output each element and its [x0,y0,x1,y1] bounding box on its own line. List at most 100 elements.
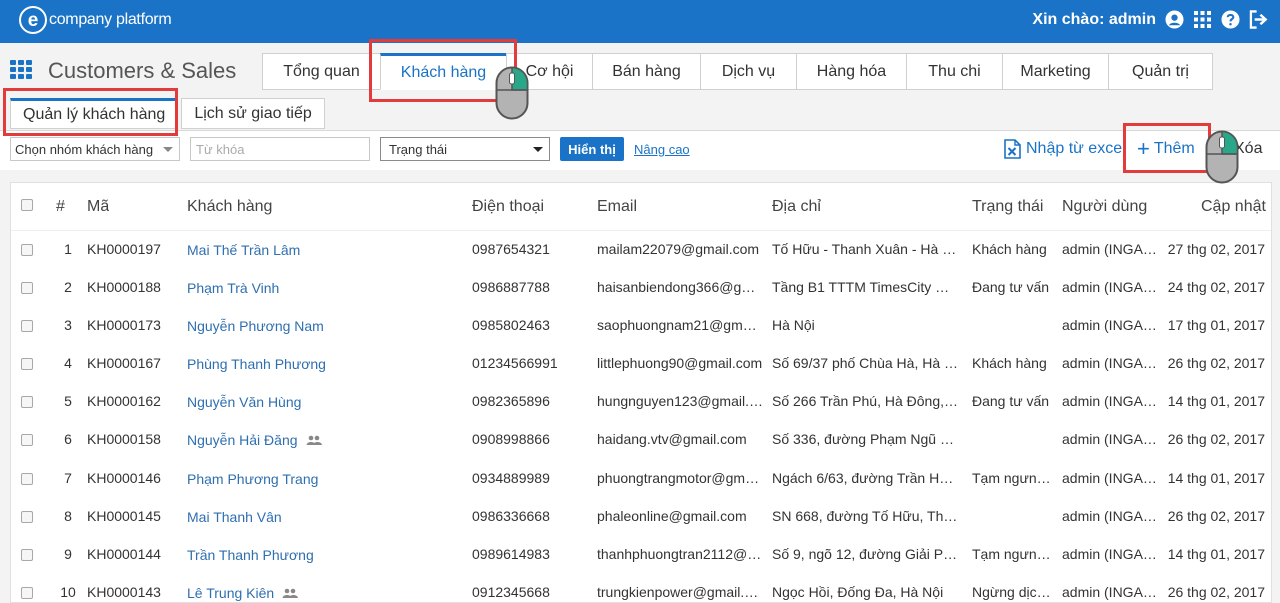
advanced-search-link[interactable]: Nâng cao [634,142,690,157]
module-grid-icon[interactable] [10,60,34,82]
import-excel-button[interactable]: Nhập từ excel [1004,137,1126,161]
customer-phone: 0982365896 [472,393,550,409]
customer-email: hungnguyen123@gmail.com [597,393,763,409]
customer-name-link[interactable]: Phùng Thanh Phương [187,356,457,372]
customer-user: admin (INGAME) [1062,431,1162,447]
tab-sales[interactable]: Bán hàng [592,53,700,90]
import-excel-label: Nhập từ excel [1026,140,1126,157]
row-checkbox[interactable] [21,244,33,256]
customer-name-link[interactable]: Phạm Phương Trang [187,471,457,487]
row-number: 6 [64,431,72,447]
customer-user: admin (INGAME) [1062,241,1162,257]
table-row[interactable]: 5 KH0000162 Nguyễn Văn Hùng 0982365896 hungn… [11,383,1271,421]
user-icon[interactable] [1165,10,1184,29]
select-all-checkbox[interactable] [21,199,33,211]
row-checkbox[interactable] [21,282,33,294]
company-logo[interactable]: e company platform [19,6,172,34]
logout-icon[interactable] [1249,10,1268,29]
column-header-address[interactable]: Địa chỉ [772,198,821,216]
status-select[interactable]: Trạng thái [380,137,550,161]
show-button[interactable]: Hiển thị [560,137,624,161]
tab-services[interactable]: Dịch vụ [700,53,796,90]
table-row[interactable]: 8 KH0000145 Mai Thanh Vân 0986336668 phaleon… [11,498,1271,536]
column-header-number: # [56,198,65,215]
tab-finance[interactable]: Thu chi [906,53,1002,90]
customer-user: admin (INGAME) [1062,317,1162,333]
row-number: 5 [64,393,72,409]
customer-name-link[interactable]: Trần Thanh Phương [187,547,457,563]
customer-name-text: Trần Thanh Phương [187,547,314,563]
row-number: 2 [64,279,72,295]
row-checkbox[interactable] [21,511,33,523]
row-checkbox[interactable] [21,587,33,599]
column-header-status[interactable]: Trạng thái [972,198,1043,216]
customer-status: Ngừng dịch vụ [972,584,1054,600]
subtab-communication-history[interactable]: Lịch sử giao tiếp [181,98,325,129]
customer-phone: 0987654321 [472,241,550,257]
tab-overview[interactable]: Tổng quan [262,53,380,90]
customer-name-link[interactable]: Lê Trung Kiên [187,585,457,601]
customer-name-text: Mai Thế Trần Lâm [187,242,301,258]
customer-name-text: Phạm Trà Vinh [187,280,280,296]
table-row[interactable]: 4 KH0000167 Phùng Thanh Phương 01234566991 l… [11,345,1271,383]
apps-grid-icon[interactable] [1193,10,1212,29]
tab-marketing[interactable]: Marketing [1002,53,1108,90]
tab-admin[interactable]: Quản trị [1108,53,1213,90]
customer-name-link[interactable]: Nguyễn Hải Đăng [187,432,457,448]
customer-name-link[interactable]: Nguyễn Phương Nam [187,318,457,334]
filter-toolbar: Chọn nhóm khách hàng Trạng thái Hiển thị… [0,130,1280,170]
customer-group-select[interactable]: Chọn nhóm khách hàng [10,137,180,161]
customer-email: trungkienpower@gmail.com [597,584,763,600]
table-row[interactable]: 10 KH0000143 Lê Trung Kiên 0912345668 trungk… [11,574,1271,602]
row-checkbox[interactable] [21,358,33,370]
column-header-code[interactable]: Mã [87,198,109,216]
customer-status: Khách hàng [972,355,1047,371]
table-header-row: # Mã Khách hàng Điện thoại Email Địa chỉ… [11,183,1271,231]
customer-name-text: Nguyễn Hải Đăng [187,432,298,448]
row-checkbox[interactable] [21,434,33,446]
customer-phone: 0912345668 [472,584,550,600]
column-header-updated[interactable]: Cập nhật [1201,198,1266,216]
module-header: Customers & Sales [10,58,236,84]
row-number: 4 [64,355,72,371]
row-checkbox[interactable] [21,549,33,561]
customer-updated: 14 thg 01, 2017 [1167,470,1265,486]
customer-code: KH0000197 [87,241,161,257]
top-bar: e company platform Xin chào: admin [0,0,1280,43]
customer-address: Hà Nội [772,317,815,333]
column-header-user[interactable]: Người dùng [1062,198,1147,216]
row-checkbox[interactable] [21,396,33,408]
customer-address: SN 668, đường Tố Hữu, Thanh Xuân [772,508,960,524]
status-select-value: Trạng thái [389,141,448,157]
customer-updated: 26 thg 02, 2017 [1167,584,1265,600]
customer-address: Ngách 6/63, đường Trần Hưng Đạo [772,470,960,486]
help-icon[interactable] [1221,10,1240,29]
column-header-phone[interactable]: Điện thoại [472,198,544,216]
keyword-input[interactable] [190,137,370,161]
customer-name-text: Mai Thanh Vân [187,509,282,525]
customer-name-link[interactable]: Phạm Trà Vinh [187,280,457,296]
customer-code: KH0000143 [87,584,161,600]
customer-phone: 0986336668 [472,508,550,524]
row-checkbox[interactable] [21,473,33,485]
customer-updated: 14 thg 01, 2017 [1167,546,1265,562]
table-row[interactable]: 2 KH0000188 Phạm Trà Vinh 0986887788 haisanb… [11,269,1271,307]
customer-name-link[interactable]: Mai Thanh Vân [187,509,457,525]
column-header-email[interactable]: Email [597,198,637,216]
customer-name-text: Nguyễn Phương Nam [187,318,324,334]
customer-status: Tạm ngưng giao dịch [972,470,1054,486]
customer-email: saophuongnam21@gmail.com [597,317,763,333]
tab-products[interactable]: Hàng hóa [796,53,906,90]
table-row[interactable]: 9 KH0000144 Trần Thanh Phương 0989614983 tha… [11,536,1271,574]
table-row[interactable]: 1 KH0000197 Mai Thế Trần Lâm 0987654321 mail… [11,231,1271,269]
table-row[interactable]: 3 KH0000173 Nguyễn Phương Nam 0985802463 sao… [11,307,1271,345]
customer-name-link[interactable]: Nguyễn Văn Hùng [187,394,457,410]
table-row[interactable]: 7 KH0000146 Phạm Phương Trang 0934889989 phu… [11,460,1271,498]
row-checkbox[interactable] [21,320,33,332]
column-header-customer[interactable]: Khách hàng [187,198,272,216]
highlight-box [3,88,178,136]
table-row[interactable]: 6 KH0000158 Nguyễn Hải Đăng 0908998866 haida… [11,421,1271,459]
customer-name-link[interactable]: Mai Thế Trần Lâm [187,242,457,258]
customer-address: Tầng B1 TTTM TimesCity Minh Khai [772,279,960,295]
customer-code: KH0000158 [87,431,161,447]
